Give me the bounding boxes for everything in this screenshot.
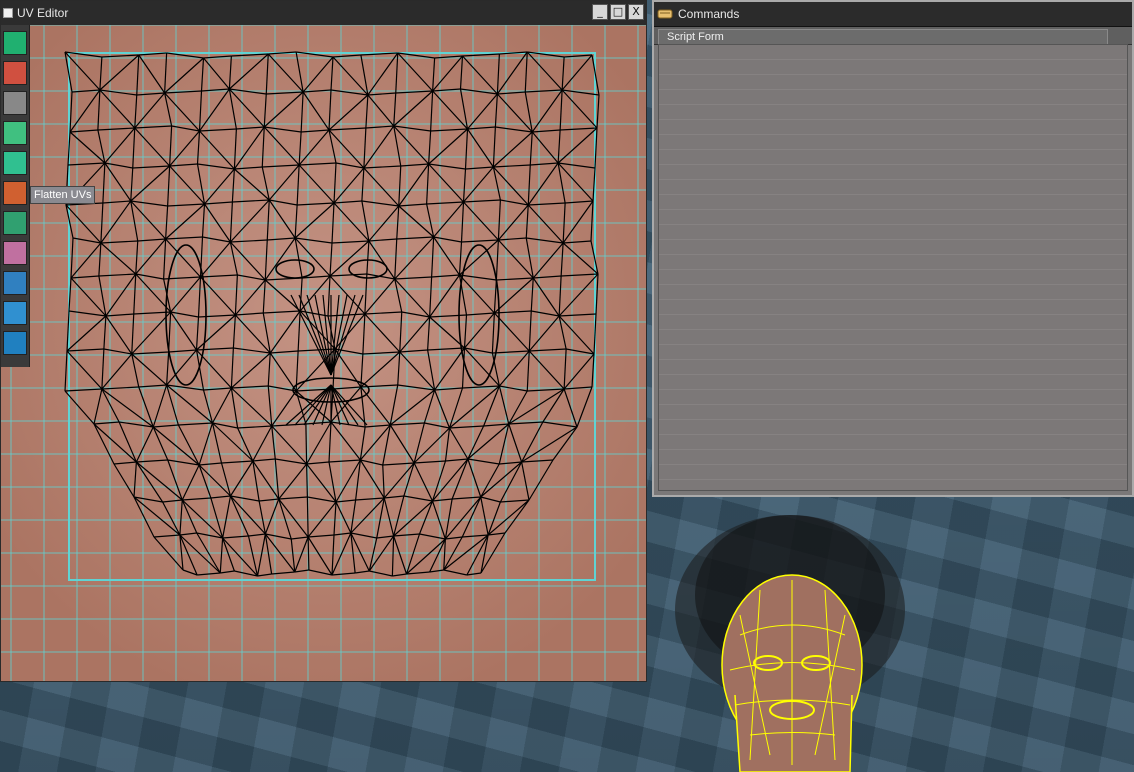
rotate-tool-icon[interactable] <box>3 331 27 355</box>
mesh-edge <box>306 496 309 538</box>
mesh-edge <box>306 463 308 498</box>
commands-scroll-icon <box>657 9 673 19</box>
window-menu-icon[interactable] <box>3 8 13 18</box>
uv-editor-window[interactable]: UV Editor _ □ X Flatten UVs <box>0 0 647 682</box>
relax-tool-icon[interactable] <box>3 211 27 235</box>
brush-tool-icon[interactable] <box>3 121 27 145</box>
head-mesh-wireframe <box>721 574 863 772</box>
tab-script-form[interactable]: Script Form <box>658 29 1108 44</box>
maximize-button[interactable]: □ <box>610 4 626 20</box>
commands-title: Commands <box>678 7 740 21</box>
commands-titlebar[interactable]: Commands <box>654 2 1132 27</box>
tooltip: Flatten UVs <box>30 186 96 204</box>
minimize-button[interactable]: _ <box>592 4 608 20</box>
head-model-preview[interactable] <box>640 495 940 772</box>
uv-tool-strip <box>1 25 30 367</box>
uv-canvas[interactable] <box>1 25 646 681</box>
uv-editor-title: UV Editor <box>17 6 69 20</box>
unwrap-tool-icon[interactable] <box>3 271 27 295</box>
close-button[interactable]: X <box>628 4 644 20</box>
select-vertices-tool-icon[interactable] <box>3 61 27 85</box>
sphere-map-tool-icon[interactable] <box>3 91 27 115</box>
planar-map-tool-icon[interactable] <box>3 151 27 175</box>
script-form-area[interactable] <box>658 44 1128 491</box>
flatten-uvs-tool-icon[interactable] <box>3 181 27 205</box>
commands-window[interactable]: Commands Script Form <box>652 0 1134 497</box>
mesh-edge <box>305 423 308 465</box>
select-faces-tool-icon[interactable] <box>3 31 27 55</box>
arrow-tool-icon[interactable] <box>3 301 27 325</box>
uv-editor-titlebar[interactable]: UV Editor _ □ X <box>1 1 646 26</box>
uv-layout[interactable] <box>1 25 646 681</box>
mesh-edge <box>307 536 310 571</box>
texture-tool-icon[interactable] <box>3 241 27 265</box>
